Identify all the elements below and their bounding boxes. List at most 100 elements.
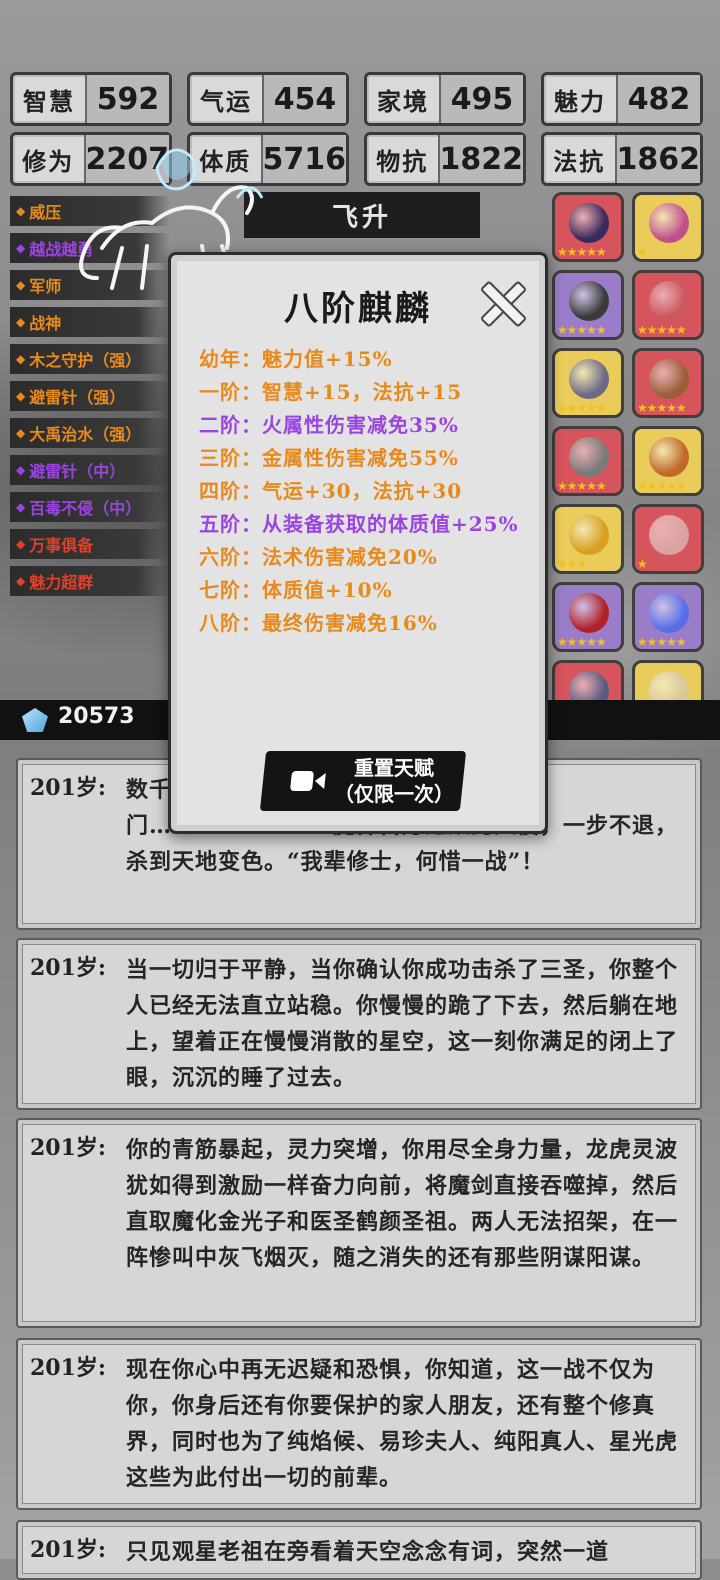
log-age: 201岁:	[30, 1355, 107, 1381]
stat-value: 1822	[439, 135, 523, 183]
equipment-slot[interactable]: ★★★★★	[552, 426, 624, 496]
talent-item[interactable]: ◆ 大禹治水（强）	[10, 418, 170, 448]
equipment-slot[interactable]: ★★★★★	[632, 348, 704, 418]
equipment-item-icon	[569, 593, 609, 633]
stage-effect: 八阶：最终伤害减免16%	[199, 611, 438, 635]
stat-physical-resist: 物抗 1822	[364, 132, 526, 186]
diamond-icon: ◆	[16, 574, 26, 588]
equipment-item-icon	[649, 359, 689, 399]
stat-charm: 魅力 482	[541, 72, 703, 126]
stage-effect: 三阶：金属性伤害减免55%	[199, 446, 459, 470]
stage-list: 幼年：魅力值+15% 一阶：智慧+15，法抗+15 二阶：火属性伤害减免35% 三阶：…	[199, 343, 529, 640]
talent-label: 百毒不侵（中）	[29, 499, 142, 518]
stat-label: 法抗	[544, 135, 617, 183]
ascend-banner[interactable]: 飞升	[244, 192, 480, 238]
stat-value: 1862	[616, 135, 700, 183]
star-rating: ★★★	[557, 557, 587, 571]
stat-value: 5716	[262, 135, 346, 183]
star-rating: ★★★★★	[637, 635, 687, 649]
equipment-slot[interactable]: ★	[632, 504, 704, 574]
log-age: 201岁:	[30, 1537, 107, 1563]
log-entry: 201岁: 只见观星老祖在旁看着天空念念有词，突然一道	[16, 1520, 702, 1580]
equipment-item-icon	[569, 281, 609, 321]
equipment-item-icon	[569, 203, 609, 243]
log-entry: 201岁: 你的青筋暴起，灵力突增，你用尽全身力量，龙虎灵波犹如得到激励一样奋力…	[16, 1118, 702, 1328]
equipment-item-icon	[649, 515, 689, 555]
stat-label: 智慧	[13, 75, 87, 123]
diamond-icon: ◆	[16, 204, 26, 218]
equipment-slot[interactable]: ★★★★★	[552, 192, 624, 262]
equipment-slot[interactable]: ★★★★★	[552, 348, 624, 418]
talent-label: 魅力超群	[29, 573, 94, 592]
stage-effect: 幼年：魅力值+15%	[199, 347, 393, 371]
talent-item[interactable]: ◆ 避雷针（强）	[10, 381, 170, 411]
log-age: 201岁:	[30, 775, 107, 801]
diamond-icon: ◆	[16, 352, 26, 366]
equipment-slot[interactable]: ★★★★★	[632, 270, 704, 340]
stat-label: 物抗	[367, 135, 440, 183]
stat-label: 气运	[190, 75, 264, 123]
stat-value: 454	[264, 75, 346, 123]
equipment-slot[interactable]: ★★★★★	[552, 582, 624, 652]
star-rating: ★	[637, 557, 648, 571]
equipment-slot[interactable]: ★	[632, 192, 704, 262]
talent-label: 避雷针（强）	[29, 388, 126, 407]
star-rating: ★★★★★	[637, 479, 687, 493]
equipment-item-icon	[569, 359, 609, 399]
diamond-icon: ◆	[16, 426, 26, 440]
stage-effect: 六阶：法术伤害减免20%	[199, 545, 438, 569]
log-age: 201岁:	[30, 1135, 107, 1161]
stat-magic-resist: 法抗 1862	[541, 132, 703, 186]
talent-item[interactable]: ◆ 避雷针（中）	[10, 455, 170, 485]
stat-family: 家境 495	[364, 72, 526, 126]
diamond-icon: ◆	[16, 537, 26, 551]
star-rating: ★★★★★	[557, 479, 607, 493]
talent-label: 威压	[29, 203, 62, 222]
equipment-item-icon	[649, 437, 689, 477]
talent-item[interactable]: ◆ 战神	[10, 307, 170, 337]
talent-item[interactable]: ◆ 百毒不侵（中）	[10, 492, 170, 522]
diamond-icon: ◆	[16, 463, 26, 477]
stat-luck: 气运 454	[187, 72, 349, 126]
talent-label: 大禹治水（强）	[29, 425, 142, 444]
log-text: 现在你心中再无迟疑和恐惧，你知道，这一战不仅为你，你身后还有你要保护的家人朋友，…	[126, 1357, 679, 1491]
talent-label: 战神	[29, 314, 62, 333]
diamond-icon: ◆	[16, 389, 26, 403]
diamond-icon: ◆	[16, 241, 26, 255]
equipment-slot[interactable]: ★★★	[552, 504, 624, 574]
stage-effect: 一阶：智慧+15，法抗+15	[199, 380, 463, 404]
equipment-slot[interactable]: ★★★★★	[552, 270, 624, 340]
equipment-slot[interactable]: ★★★★★	[632, 426, 704, 496]
diamond-icon: ◆	[16, 500, 26, 514]
crystal-count: 20573	[58, 704, 135, 729]
diamond-icon: ◆	[16, 315, 26, 329]
star-rating: ★★★★★	[557, 635, 607, 649]
star-rating: ★	[637, 245, 648, 259]
talent-item[interactable]: ◆ 魅力超群	[10, 566, 170, 596]
stat-value: 592	[87, 75, 169, 123]
log-age: 201岁:	[30, 955, 107, 981]
talent-label: 木之守护（强）	[29, 351, 142, 370]
talent-label: 避雷针（中）	[29, 462, 126, 481]
talent-item[interactable]: ◆ 木之守护（强）	[10, 344, 170, 374]
stage-effect: 七阶：体质值+10%	[199, 578, 393, 602]
talent-detail-dialog: 八阶麒麟 幼年：魅力值+15% 一阶：智慧+15，法抗+15 二阶：火属性伤害减免3…	[168, 252, 548, 834]
equipment-item-icon	[569, 515, 609, 555]
stat-wisdom: 智慧 592	[10, 72, 172, 126]
stage-effect: 二阶：火属性伤害减免35%	[199, 413, 459, 437]
reset-button-label: 重置天赋 （仅限一次）	[334, 756, 454, 806]
log-text: 当一切归于平静，当你确认你成功击杀了三圣，你整个人已经无法直立站稳。你慢慢的跪了…	[126, 957, 679, 1091]
log-text: 你的青筋暴起，灵力突增，你用尽全身力量，龙虎灵波犹如得到激励一样奋力向前，将魔剑…	[126, 1137, 679, 1271]
stage-effect: 四阶：气运+30，法抗+30	[199, 479, 463, 503]
stat-value: 495	[441, 75, 523, 123]
equipment-slot[interactable]: ★★★★★	[632, 582, 704, 652]
log-entry: 201岁: 现在你心中再无迟疑和恐惧，你知道，这一战不仅为你，你身后还有你要保护…	[16, 1338, 702, 1510]
close-icon[interactable]	[479, 279, 523, 323]
equipment-item-icon	[649, 203, 689, 243]
star-rating: ★★★★★	[557, 401, 607, 415]
reset-talent-button[interactable]: 重置天赋 （仅限一次）	[259, 751, 467, 811]
video-camera-icon	[289, 767, 326, 795]
talent-label: 军师	[29, 277, 62, 296]
star-rating: ★★★★★	[557, 323, 607, 337]
talent-item[interactable]: ◆ 万事俱备	[10, 529, 170, 559]
